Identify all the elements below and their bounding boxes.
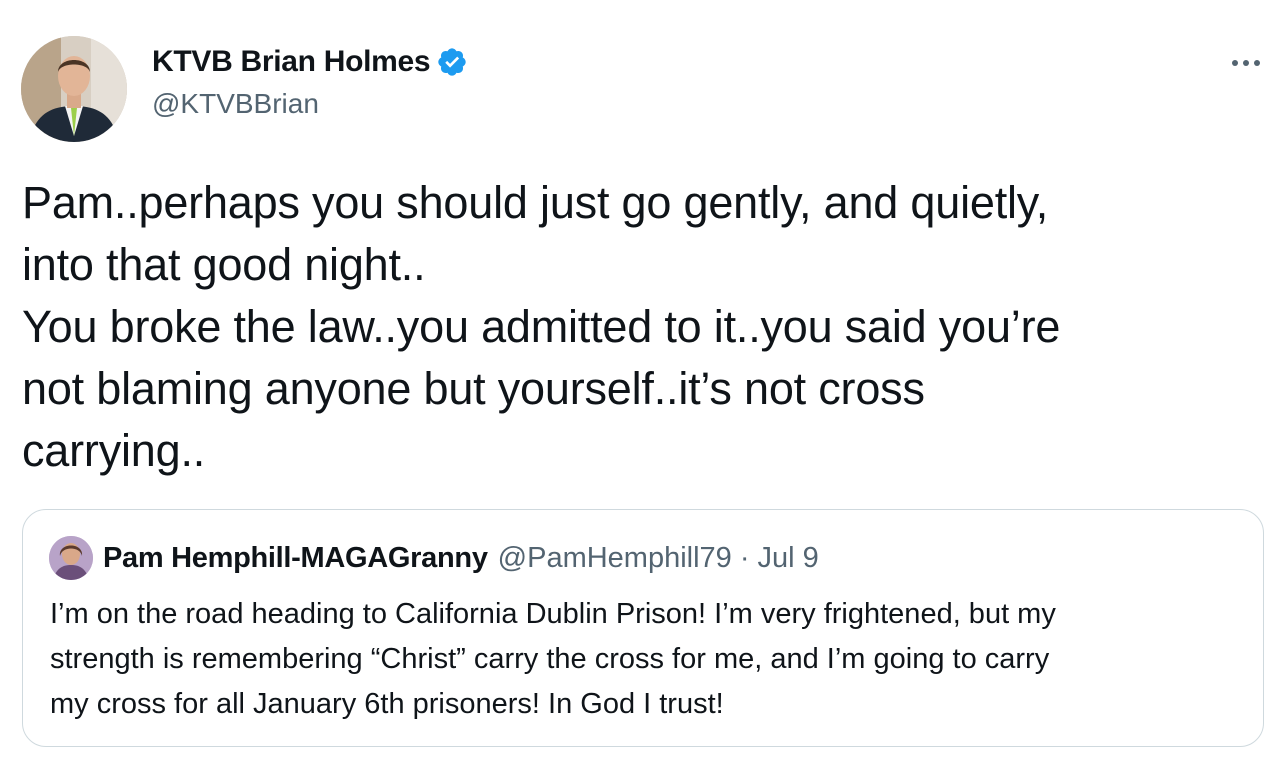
verified-badge-icon [436, 46, 468, 78]
author-display-name[interactable]: KTVB Brian Holmes [152, 42, 431, 82]
tweet-text: Pam..perhaps you should just go gently, … [22, 177, 1061, 476]
quoted-display-name[interactable]: Pam Hemphill-MAGAGranny [103, 542, 488, 575]
author-avatar-image [21, 36, 127, 142]
more-dots-icon [1232, 60, 1260, 66]
author-handle[interactable]: @KTVBBrian [152, 86, 319, 122]
separator-dot: · [739, 541, 750, 574]
quoted-header: Pam Hemphill-MAGAGranny @PamHemphill79 ·… [103, 538, 819, 578]
tweet: KTVB Brian Holmes @KTVBBrian Pam..perhap… [0, 0, 1288, 772]
quoted-avatar-image [49, 536, 93, 580]
quoted-author-avatar[interactable] [49, 536, 93, 580]
author-avatar[interactable] [21, 36, 127, 142]
quoted-handle[interactable]: @PamHemphill79 [498, 542, 732, 575]
author-name-row: KTVB Brian Holmes [152, 42, 468, 82]
quoted-date[interactable]: Jul 9 [757, 542, 818, 575]
quoted-tweet-text: I’m on the road heading to California Du… [50, 598, 1056, 720]
more-options-button[interactable] [1226, 48, 1266, 78]
quoted-tweet-card[interactable]: Pam Hemphill-MAGAGranny @PamHemphill79 ·… [22, 509, 1264, 747]
